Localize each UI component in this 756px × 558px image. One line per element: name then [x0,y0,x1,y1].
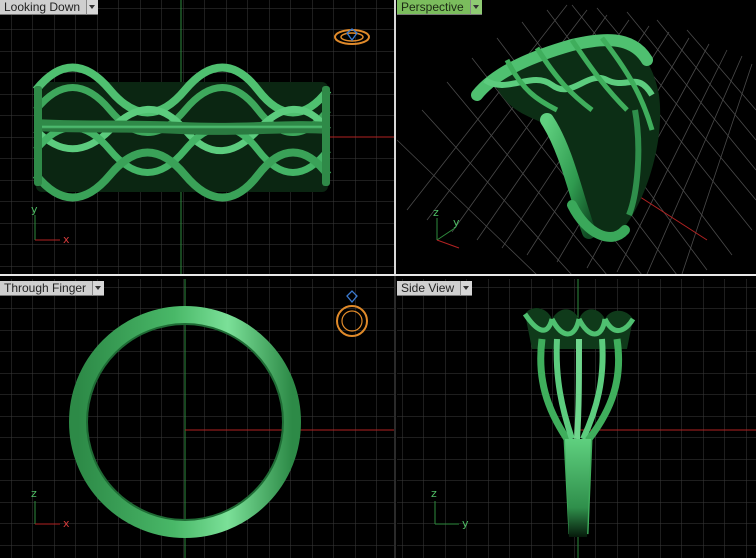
grid-top [0,0,394,274]
viewport-menu-chevron-icon[interactable] [461,281,473,296]
grid-front [0,279,394,558]
viewport-divider-vertical[interactable] [394,0,396,276]
axis-label-v: y [31,203,38,216]
grid-perspective [397,0,756,274]
axis-label-h: y [462,517,469,530]
viewport-looking-down[interactable]: y x Looking Down [0,0,394,274]
axis-label-v: z [433,206,439,219]
viewport-menu-chevron-icon[interactable] [87,0,99,15]
viewport-title[interactable]: Perspective [397,0,471,15]
viewport-tab-perspective[interactable]: Perspective [397,0,482,15]
grid-side [397,279,756,558]
viewport-side-view[interactable]: z y Side View [397,279,756,558]
viewport-tab-through-finger[interactable]: Through Finger [0,281,105,296]
viewport-through-finger[interactable]: z x Through Finger [0,279,394,558]
viewport-tab-side-view[interactable]: Side View [397,281,473,296]
viewport-title[interactable]: Side View [397,281,462,296]
viewport-title[interactable]: Through Finger [0,281,94,296]
axis-label-h: y [453,216,460,229]
viewport-divider-horizontal[interactable] [0,274,756,276]
axis-label-h: x [63,517,70,530]
viewport-title[interactable]: Looking Down [0,0,88,15]
ring-model-top [32,63,332,202]
viewport-menu-chevron-icon[interactable] [93,281,105,296]
axis-label-h: x [63,233,70,246]
viewport-tab-looking-down[interactable]: Looking Down [0,0,99,15]
axis-label-v: z [431,487,437,500]
viewport-perspective[interactable]: z y Perspective [397,0,756,274]
axis-label-v: z [31,487,37,500]
viewport-divider-lower [394,276,396,558]
viewport-menu-chevron-icon[interactable] [470,0,482,15]
